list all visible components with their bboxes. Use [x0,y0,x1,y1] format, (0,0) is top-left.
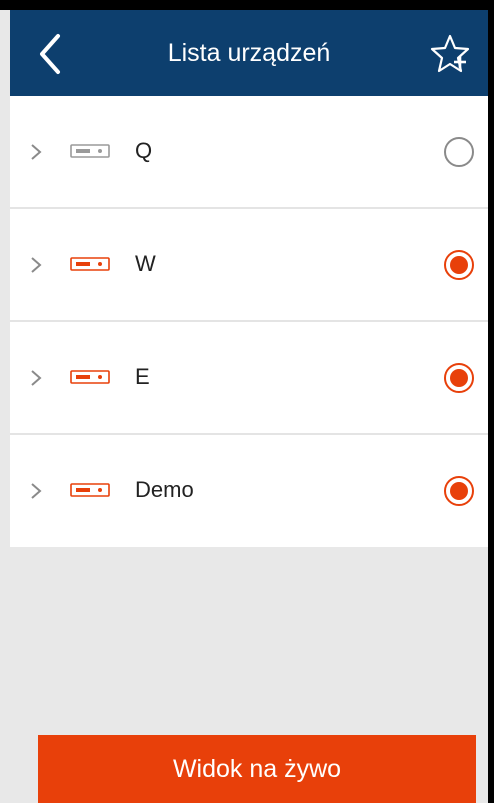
device-select-radio[interactable] [444,137,474,167]
screen-frame-right [488,0,494,803]
add-favorite-button[interactable] [428,32,472,76]
device-row[interactable]: Demo [10,435,488,547]
device-select-radio[interactable] [444,250,474,280]
device-name: Demo [135,477,194,502]
chevron-right-icon[interactable] [28,481,44,501]
page-title: Lista urządzeń [167,38,331,67]
live-view-button[interactable]: Widok na żywo [38,735,476,803]
device-name: E [135,364,150,389]
screen-frame-top [0,0,494,10]
device-list: Q W E Demo [10,96,488,547]
chevron-left-icon [40,34,60,74]
chevron-right-icon[interactable] [28,142,44,162]
dvr-device-icon [70,257,110,271]
app-header: Lista urządzeń [10,10,488,96]
star-plus-icon [430,34,470,73]
dvr-device-icon [70,370,110,384]
device-row[interactable]: E [10,322,488,435]
device-select-radio[interactable] [444,476,474,506]
device-select-radio[interactable] [444,363,474,393]
device-row[interactable]: Q [10,96,488,209]
chevron-right-icon[interactable] [28,368,44,388]
dvr-device-icon [70,144,110,158]
device-name: W [135,251,156,276]
device-row[interactable]: W [10,209,488,322]
device-name: Q [135,138,153,163]
chevron-right-icon[interactable] [28,255,44,275]
dvr-device-icon [70,483,110,497]
back-button[interactable] [32,32,72,76]
